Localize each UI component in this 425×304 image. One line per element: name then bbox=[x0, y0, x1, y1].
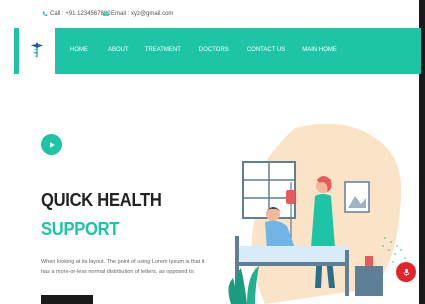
nav-doctors[interactable]: DOCTORS bbox=[199, 47, 229, 53]
hero-cta-button[interactable] bbox=[41, 295, 93, 304]
top-contact-bar: Call : +91 1234567890 Email : xyz@gmail.… bbox=[0, 0, 425, 304]
main-nav: HOME ABOUT TREATMENT DOCTORS CONTACT US … bbox=[70, 47, 337, 53]
patient-and-nurse-illustration bbox=[228, 123, 406, 304]
email-text: Email : xyz@gmail.com bbox=[111, 11, 174, 17]
nav-contact-us[interactable]: CONTACT US bbox=[247, 47, 285, 53]
phone-contact[interactable]: Call : +91 1234567890 bbox=[42, 11, 111, 17]
nav-home[interactable]: HOME bbox=[70, 47, 88, 53]
microphone-icon bbox=[403, 268, 409, 276]
nav-treatment[interactable]: TREATMENT bbox=[145, 47, 181, 53]
phone-icon bbox=[42, 11, 48, 16]
voice-fab-button[interactable] bbox=[396, 262, 416, 282]
main-navbar: HOME ABOUT TREATMENT DOCTORS CONTACT US … bbox=[14, 28, 421, 74]
envelope-icon bbox=[103, 12, 109, 16]
logo[interactable] bbox=[17, 28, 55, 74]
email-contact[interactable]: Email : xyz@gmail.com bbox=[103, 11, 173, 17]
phone-text: Call : +91 1234567890 bbox=[50, 11, 111, 17]
hero-description: When looking at its layout. The point of… bbox=[41, 259, 205, 275]
play-icon bbox=[49, 141, 55, 148]
nav-main-home[interactable]: MAIN HOME bbox=[302, 47, 337, 53]
caduceus-icon bbox=[30, 42, 44, 58]
play-button[interactable] bbox=[41, 134, 62, 155]
hero-title-line1: QUICK HEALTH bbox=[41, 190, 162, 210]
hero-title-line2: SUPPORT bbox=[41, 219, 120, 239]
nav-about[interactable]: ABOUT bbox=[108, 47, 129, 53]
